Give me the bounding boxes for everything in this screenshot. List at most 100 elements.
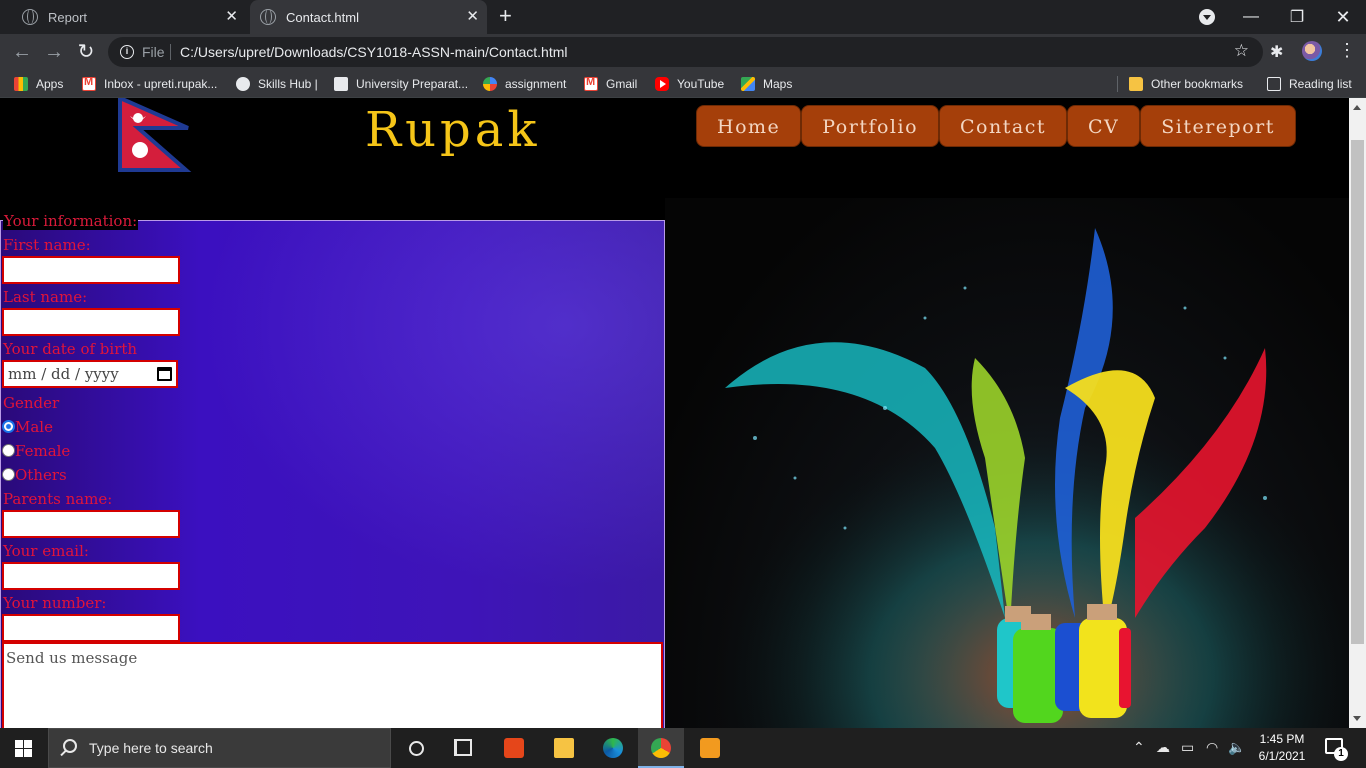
forward-icon[interactable]: → xyxy=(42,40,66,64)
page-scrollbar[interactable] xyxy=(1349,98,1366,728)
bookmark-assignment[interactable]: assignment xyxy=(483,76,566,92)
info-icon[interactable]: i xyxy=(120,45,134,59)
last-name-label: Last name: xyxy=(3,288,88,306)
bookmark-apps[interactable]: Apps xyxy=(14,76,63,92)
taskbar-search[interactable]: Type here to search xyxy=(48,728,391,768)
bookmark-inbox[interactable]: Inbox - upreti.rupak... xyxy=(82,76,217,92)
last-name-input[interactable] xyxy=(2,308,180,336)
main-nav: Home Portfolio Contact CV Sitereport xyxy=(696,105,1296,147)
nav-contact[interactable]: Contact xyxy=(939,105,1067,147)
reading-list[interactable]: Reading list xyxy=(1267,76,1352,92)
close-window-icon[interactable]: ✕ xyxy=(1320,0,1366,34)
nav-portfolio[interactable]: Portfolio xyxy=(801,105,940,147)
gender-others-radio[interactable] xyxy=(2,468,15,481)
close-tab-icon[interactable]: ✕ xyxy=(466,9,479,25)
tab-strip: Report ✕ Contact.html ✕ + — ❐ ✕ xyxy=(0,0,1366,34)
divider xyxy=(170,44,171,60)
tab-title: Contact.html xyxy=(286,9,359,25)
bookmark-skills-hub[interactable]: Skills Hub | xyxy=(236,76,318,92)
nav-sitereport[interactable]: Sitereport xyxy=(1140,105,1296,147)
other-bookmarks[interactable]: Other bookmarks xyxy=(1129,76,1243,92)
tab-contact[interactable]: Contact.html ✕ xyxy=(250,0,487,34)
edge-icon[interactable] xyxy=(590,728,636,768)
notification-badge: 1 xyxy=(1334,747,1348,761)
url-text[interactable]: C:/Users/upret/Downloads/CSY1018-ASSN-ma… xyxy=(180,44,568,60)
youtube-icon xyxy=(655,77,669,91)
tab-report[interactable]: Report ✕ xyxy=(8,0,246,34)
apps-grid-icon xyxy=(14,77,28,91)
globe-icon xyxy=(22,9,38,25)
back-icon[interactable]: ← xyxy=(10,40,34,64)
volume-icon[interactable]: 🔈 xyxy=(1228,739,1245,756)
office-app-icon[interactable] xyxy=(491,728,537,768)
minimize-icon[interactable]: — xyxy=(1228,0,1274,34)
address-bar[interactable]: i File C:/Users/upret/Downloads/CSY1018-… xyxy=(108,37,1263,67)
reload-icon[interactable]: ↻ xyxy=(74,40,98,64)
calendar-icon[interactable] xyxy=(157,367,172,381)
assignment-icon xyxy=(483,77,497,91)
nav-home[interactable]: Home xyxy=(696,105,802,147)
university-icon xyxy=(334,77,348,91)
bookmarks-bar: Apps Inbox - upreti.rupak... Skills Hub … xyxy=(0,70,1366,98)
bookmark-star-icon[interactable]: ☆ xyxy=(1234,41,1249,61)
menu-icon[interactable]: ⋮ xyxy=(1338,40,1356,61)
chrome-icon[interactable] xyxy=(638,728,684,768)
message-textarea[interactable]: Send us message xyxy=(2,642,663,728)
nepal-flag-image xyxy=(118,98,192,172)
scheme-label: File xyxy=(142,44,165,60)
tray-chevron-icon[interactable]: ⌃ xyxy=(1133,739,1145,756)
first-name-label: First name: xyxy=(3,236,91,254)
extensions-icon[interactable]: ✱ xyxy=(1270,42,1283,62)
divider xyxy=(1117,76,1118,92)
gender-others-label: Others xyxy=(15,466,67,484)
gender-male-label: Male xyxy=(15,418,53,436)
scroll-up-icon[interactable] xyxy=(1353,105,1361,110)
globe-icon xyxy=(260,9,276,25)
battery-icon[interactable]: ▭ xyxy=(1181,739,1194,756)
bookmark-university[interactable]: University Preparat... xyxy=(334,76,468,92)
nav-cv[interactable]: CV xyxy=(1066,105,1141,147)
form-legend: Your information: xyxy=(3,212,139,230)
clock-time: 1:45 PM xyxy=(1259,732,1305,746)
wifi-icon[interactable]: ◠ xyxy=(1206,739,1218,756)
parents-name-input[interactable] xyxy=(2,510,180,538)
sublime-text-icon[interactable] xyxy=(687,728,733,768)
bookmark-youtube[interactable]: YouTube xyxy=(655,76,724,92)
profile-avatar[interactable] xyxy=(1302,41,1322,61)
dob-label: Your date of birth xyxy=(3,340,138,358)
bookmark-maps[interactable]: Maps xyxy=(741,76,792,92)
restore-icon[interactable]: ❐ xyxy=(1274,0,1320,34)
number-label: Your number: xyxy=(3,594,107,612)
scroll-thumb[interactable] xyxy=(1351,140,1364,644)
parents-name-label: Parents name: xyxy=(3,490,113,508)
search-icon xyxy=(63,739,77,753)
globe-icon xyxy=(236,77,250,91)
dob-input[interactable]: mm / dd / yyyy xyxy=(2,360,178,388)
new-tab-icon[interactable]: + xyxy=(499,5,512,27)
email-input[interactable] xyxy=(2,562,180,590)
taskbar-clock[interactable]: 1:45 PM 6/1/2021 xyxy=(1252,731,1312,765)
clock-date: 6/1/2021 xyxy=(1258,749,1306,763)
gmail-icon xyxy=(584,76,598,91)
gender-male-radio[interactable] xyxy=(2,420,15,433)
dob-placeholder: mm / dd / yyyy xyxy=(8,365,119,383)
gmail-icon xyxy=(82,76,96,91)
file-explorer-icon[interactable] xyxy=(541,728,587,768)
windows-start-icon[interactable] xyxy=(15,740,32,757)
cortana-icon[interactable] xyxy=(409,741,424,756)
tab-title: Report xyxy=(48,9,88,25)
onedrive-icon[interactable]: ☁ xyxy=(1156,739,1170,756)
close-tab-icon[interactable]: ✕ xyxy=(225,9,238,25)
task-view-icon[interactable] xyxy=(454,739,472,756)
maps-icon xyxy=(741,77,755,91)
folder-icon xyxy=(1129,77,1143,91)
site-title: Rupak xyxy=(365,102,541,158)
number-input[interactable] xyxy=(2,614,180,642)
gender-female-radio[interactable] xyxy=(2,444,15,457)
scroll-down-icon[interactable] xyxy=(1353,716,1361,721)
first-name-input[interactable] xyxy=(2,256,180,284)
bookmark-gmail[interactable]: Gmail xyxy=(584,76,637,92)
reading-list-icon xyxy=(1267,77,1281,91)
taskbar: Type here to search ⌃ ☁ ▭ ◠ 🔈 1:45 PM 6/… xyxy=(0,728,1366,768)
tab-search-icon[interactable] xyxy=(1199,9,1215,25)
